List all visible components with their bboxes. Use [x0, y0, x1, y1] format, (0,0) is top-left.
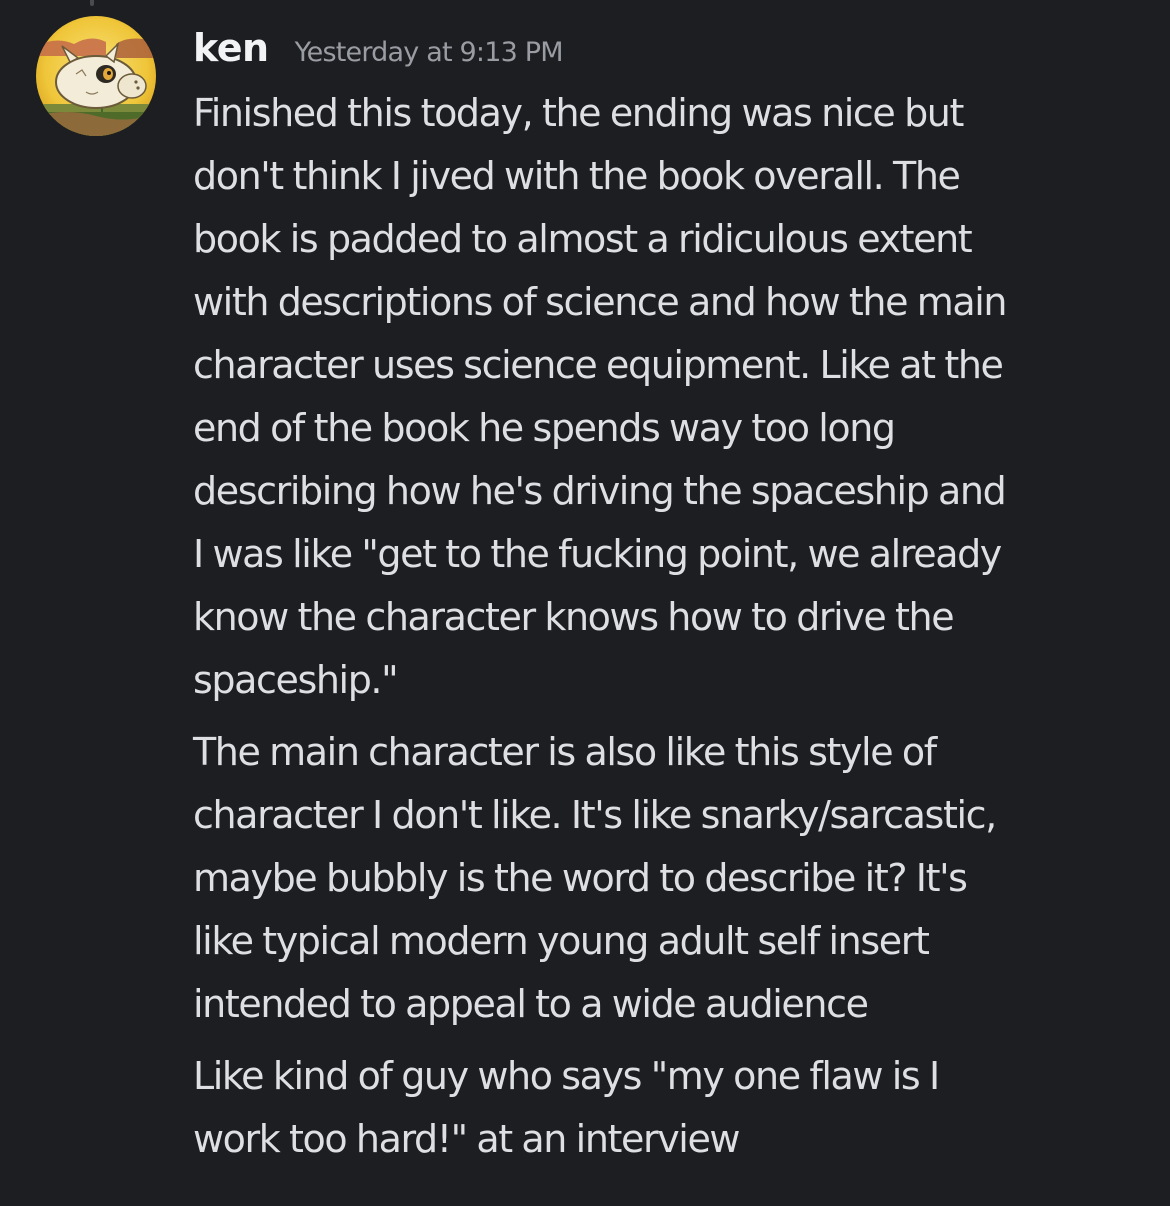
- message-line: book is padded to almost a ridiculous ex…: [193, 217, 973, 261]
- chat-message[interactable]: ken Yesterday at 9:13 PM Finished this t…: [193, 26, 1153, 1171]
- message-header: ken Yesterday at 9:13 PM: [193, 26, 1153, 82]
- cubone-pokemon-avatar-icon: [36, 16, 156, 136]
- message-line: maybe bubbly is the word to describe it?…: [193, 856, 968, 900]
- message-line: character uses science equipment. Like a…: [193, 343, 1004, 387]
- thread-line: [90, 0, 94, 6]
- message-line: work too hard!" at an interview: [193, 1117, 741, 1161]
- message-line: Finished this today, the ending was nice…: [193, 91, 964, 135]
- username[interactable]: ken: [193, 26, 269, 70]
- message-line: The main character is also like this sty…: [193, 730, 937, 774]
- message-line: I was like "get to the fucking point, we…: [193, 532, 1002, 576]
- message-line: don't think I jived with the book overal…: [193, 154, 961, 198]
- message-line: Like kind of guy who says "my one flaw i…: [193, 1054, 940, 1098]
- chat-view: ken Yesterday at 9:13 PM Finished this t…: [0, 0, 1170, 1206]
- message-line: spaceship.": [193, 658, 399, 702]
- message-line: like typical modern young adult self ins…: [193, 919, 930, 963]
- message-line: know the character knows how to drive th…: [193, 595, 955, 639]
- message-line: end of the book he spends way too long: [193, 406, 896, 450]
- message-line: describing how he's driving the spaceshi…: [193, 469, 1007, 513]
- message-timestamp[interactable]: Yesterday at 9:13 PM: [295, 37, 564, 68]
- message-paragraph: The main character is also like this sty…: [193, 721, 1153, 1036]
- message-line: intended to appeal to a wide audience: [193, 982, 869, 1026]
- message-paragraph: Finished this today, the ending was nice…: [193, 82, 1153, 712]
- message-line: character I don't like. It's like snarky…: [193, 793, 997, 837]
- message-paragraph: Like kind of guy who says "my one flaw i…: [193, 1045, 1153, 1171]
- message-line: with descriptions of science and how the…: [193, 280, 1007, 324]
- user-avatar[interactable]: [36, 16, 156, 136]
